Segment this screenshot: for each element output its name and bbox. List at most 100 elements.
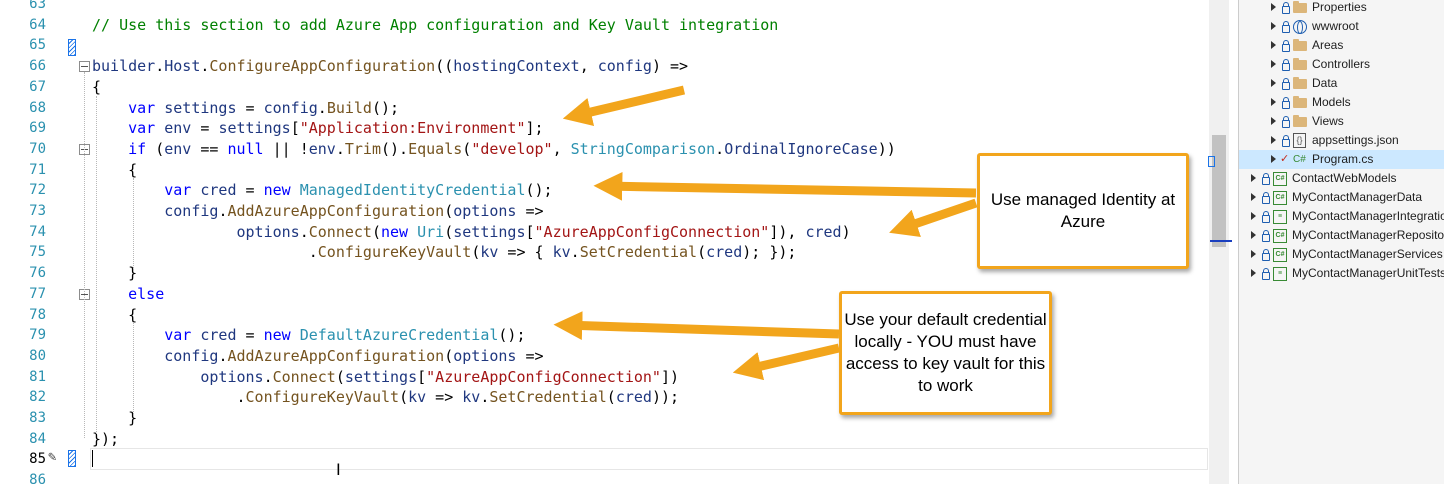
code-line[interactable]: var env = settings["Application:Environm… (92, 118, 543, 139)
globe-icon (1293, 20, 1307, 34)
code-token: var (128, 119, 156, 138)
quick-actions-icon[interactable]: ✎ (48, 449, 56, 465)
tree-item[interactable]: wwwroot (1239, 17, 1444, 36)
code-token: . (715, 139, 725, 158)
code-line[interactable]: { (92, 305, 137, 326)
code-token: kv (480, 243, 499, 262)
expand-arrow-icon[interactable] (1251, 174, 1256, 182)
line-number: 79 (29, 327, 46, 344)
tree-item[interactable]: ≡ MyContactManagerIntegrationTests (1239, 207, 1444, 226)
code-line[interactable]: .ConfigureKeyVault(kv => { kv.SetCredent… (92, 242, 797, 263)
solution-explorer: Properties wwwroot Areas Controllers Data Mod… (1238, 0, 1444, 484)
lock-icon (1262, 173, 1270, 185)
code-token: "AzureAppConfigConnection" (426, 367, 661, 386)
code-line[interactable]: { (92, 160, 137, 181)
tree-item[interactable]: {} appsettings.json (1239, 131, 1444, 150)
callout-default-text: Use your default credential locally - YO… (844, 310, 1047, 395)
expand-arrow-icon[interactable] (1251, 231, 1256, 239)
code-line[interactable]: options.Connect(new Uri(settings["AzureA… (92, 222, 851, 243)
code-line[interactable]: config.AddAzureAppConfiguration(options … (92, 201, 543, 222)
code-line[interactable]: if (env == null || !env.Trim().Equals("d… (92, 139, 896, 160)
indent-guide (133, 322, 134, 414)
code-token: ) => (651, 57, 689, 76)
code-line[interactable]: // Use this section to add Azure App con… (92, 15, 778, 36)
code-token: ( (444, 346, 454, 365)
expand-arrow-icon[interactable] (1251, 250, 1256, 258)
tree-item[interactable]: Data (1239, 74, 1444, 93)
code-line[interactable]: builder.Host.ConfigureAppConfiguration((… (92, 56, 688, 77)
code-token: . (317, 98, 327, 117)
code-token: new (263, 326, 291, 345)
code-token: env (164, 119, 192, 138)
code-token: , (579, 57, 598, 76)
expand-arrow-icon[interactable] (1271, 98, 1276, 106)
code-token: ]), (769, 222, 806, 241)
csharp-project-icon: C# (1273, 248, 1287, 262)
tree-item[interactable]: Views (1239, 112, 1444, 131)
code-token: . (335, 139, 345, 158)
code-line[interactable]: options.Connect(settings["AzureAppConfig… (92, 367, 679, 388)
tree-item-label: MyContactManagerRepositories (1292, 228, 1444, 242)
code-token: builder (92, 57, 156, 76)
code-line[interactable]: var cred = new DefaultAzureCredential(); (92, 325, 525, 346)
expand-arrow-icon[interactable] (1271, 60, 1276, 68)
code-token: cred (200, 326, 237, 345)
tree-item[interactable]: C# MyContactManagerServices (1239, 245, 1444, 264)
code-line[interactable]: .ConfigureKeyVault(kv => kv.SetCredentia… (92, 387, 680, 408)
fold-toggle[interactable] (79, 61, 90, 72)
folder-icon (1293, 39, 1307, 51)
code-token: ]) (660, 367, 680, 386)
callout-managed-text: Use managed Identity at Azure (990, 190, 1176, 231)
code-line[interactable]: } (92, 263, 137, 284)
code-token: { (92, 160, 138, 179)
tree-item[interactable]: ✓ C# Program.cs (1239, 150, 1444, 169)
tree-item-label: Areas (1312, 38, 1344, 52)
tree-item[interactable]: Properties (1239, 0, 1444, 17)
code-token: kv (462, 388, 481, 407)
code-line[interactable]: else (92, 284, 164, 305)
expand-arrow-icon[interactable] (1271, 117, 1276, 125)
expand-arrow-icon[interactable] (1251, 212, 1256, 220)
tree-item[interactable]: Models (1239, 93, 1444, 112)
expand-arrow-icon[interactable] (1271, 22, 1276, 30)
code-line[interactable]: var cred = new ManagedIdentityCredential… (92, 180, 552, 201)
expand-arrow-icon[interactable] (1251, 269, 1256, 277)
expand-arrow-icon[interactable] (1271, 136, 1276, 144)
lock-icon (1282, 135, 1290, 147)
code-token: . (236, 388, 246, 407)
scroll-caret-marker (1210, 240, 1232, 242)
expand-arrow-icon[interactable] (1251, 193, 1256, 201)
tree-item[interactable]: C# MyContactManagerData (1239, 188, 1444, 207)
expand-arrow-icon[interactable] (1271, 155, 1276, 163)
tree-item[interactable]: C# ContactWebModels (1239, 169, 1444, 188)
code-token: settings (344, 367, 418, 386)
line-number: 75 (29, 244, 46, 261)
tree-item[interactable]: Areas (1239, 36, 1444, 55)
code-token: kv (552, 243, 571, 262)
code-line[interactable]: config.AddAzureAppConfiguration(options … (92, 346, 543, 367)
line-number: 65 (29, 37, 46, 54)
tree-item[interactable]: C# MyContactManagerRepositories (1239, 226, 1444, 245)
expand-arrow-icon[interactable] (1271, 3, 1276, 11)
line-number: 70 (29, 140, 46, 157)
code-line[interactable]: { (92, 77, 101, 98)
code-token: (). (381, 139, 409, 158)
expand-arrow-icon[interactable] (1271, 41, 1276, 49)
code-token: = (236, 181, 264, 200)
line-number: 71 (29, 161, 46, 178)
tree-item[interactable]: Controllers (1239, 55, 1444, 74)
code-line[interactable]: } (92, 408, 137, 429)
tree-item-label: Data (1312, 76, 1338, 90)
line-number: 86 (29, 472, 46, 484)
tree-item[interactable]: ≡ MyContactManagerUnitTests (1239, 264, 1444, 283)
scrollbar-thumb[interactable] (1212, 135, 1226, 247)
lock-icon (1282, 40, 1290, 52)
expand-arrow-icon[interactable] (1271, 79, 1276, 87)
tree-item-label: MyContactManagerServices (1292, 247, 1443, 261)
code-line[interactable]: var settings = config.Build(); (92, 98, 399, 119)
